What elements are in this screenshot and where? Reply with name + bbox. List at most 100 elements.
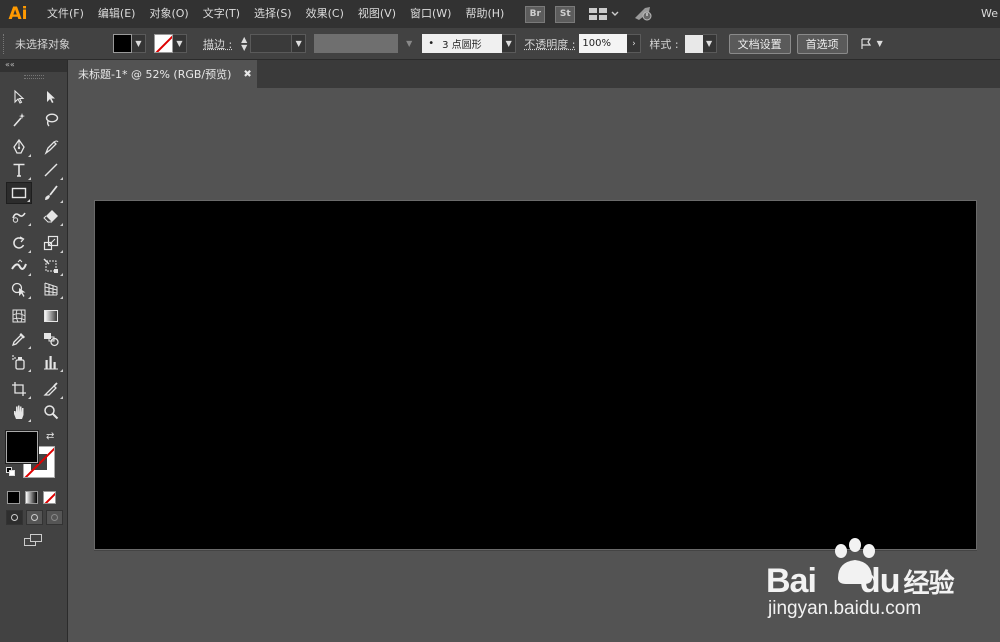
collapse-arrows-icon[interactable]: «« bbox=[5, 60, 15, 70]
draw-inside-button[interactable] bbox=[46, 510, 63, 525]
menu-file[interactable]: 文件(F) bbox=[40, 0, 91, 28]
chevron-down-icon: ▼ bbox=[876, 39, 883, 48]
screen-mode-button[interactable] bbox=[24, 534, 44, 548]
menu-view[interactable]: 视图(V) bbox=[351, 0, 403, 28]
document-tab[interactable]: 未标题-1* @ 52% (RGB/预览) ✖ bbox=[69, 60, 257, 88]
draw-inside-icon bbox=[51, 514, 58, 521]
eraser-tool[interactable] bbox=[38, 205, 64, 227]
column-graph-tool[interactable] bbox=[38, 351, 64, 373]
symbol-sprayer-icon bbox=[12, 355, 25, 370]
mesh-tool[interactable] bbox=[6, 305, 32, 327]
shaper-tool[interactable] bbox=[6, 205, 32, 227]
arrange-documents-button[interactable] bbox=[589, 8, 619, 20]
none-mode-button[interactable] bbox=[43, 491, 56, 504]
gpu-performance-button[interactable] bbox=[633, 5, 653, 24]
menu-select[interactable]: 选择(S) bbox=[247, 0, 299, 28]
chevron-down-icon: ▼ bbox=[241, 42, 248, 52]
lasso-tool[interactable] bbox=[38, 109, 64, 131]
opacity-field[interactable]: 100% bbox=[579, 34, 628, 53]
menu-object[interactable]: 对象(O) bbox=[142, 0, 195, 28]
selection-tool[interactable] bbox=[6, 86, 32, 108]
default-colors-icon[interactable] bbox=[6, 467, 15, 476]
preferences-button[interactable]: 首选项 bbox=[796, 33, 848, 54]
menu-help[interactable]: 帮助(H) bbox=[458, 0, 511, 28]
eyedropper-tool[interactable] bbox=[6, 328, 32, 350]
scale-tool[interactable] bbox=[38, 232, 64, 254]
chevron-down-icon: ▼ bbox=[406, 39, 413, 48]
artboard-tool[interactable] bbox=[6, 378, 32, 400]
stroke-dropdown-button[interactable]: ▼ bbox=[173, 34, 187, 53]
tools-panel-grip[interactable] bbox=[23, 75, 44, 79]
magic-wand-tool[interactable] bbox=[6, 109, 32, 131]
variable-width-dropdown[interactable]: ▼ bbox=[402, 34, 416, 53]
color-mode-button[interactable] bbox=[7, 491, 20, 504]
zoom-tool[interactable] bbox=[38, 401, 64, 423]
stroke-weight-label[interactable]: 描边 : bbox=[203, 36, 232, 52]
drawing-mode-buttons bbox=[6, 510, 67, 525]
stroke-color-swatch[interactable] bbox=[154, 34, 173, 53]
curvature-tool[interactable] bbox=[38, 136, 64, 158]
control-bar: 未选择对象 ▼ ▼ 描边 : ▲ ▼ ▼ ▼ • 3 点圆形 ▼ 不透明度 : 1… bbox=[0, 28, 1000, 60]
document-setup-button[interactable]: 文档设置 bbox=[728, 33, 791, 54]
symbol-sprayer-tool[interactable] bbox=[6, 351, 32, 373]
brush-definition-field[interactable]: • 3 点圆形 bbox=[422, 34, 503, 53]
paintbrush-tool[interactable] bbox=[38, 182, 64, 204]
workspace-switcher[interactable]: We bbox=[981, 0, 998, 28]
stroke-weight-dropdown[interactable]: ▼ bbox=[292, 34, 307, 53]
draw-normal-button[interactable] bbox=[6, 510, 23, 525]
gradient-icon bbox=[44, 310, 58, 322]
blend-tool[interactable] bbox=[38, 328, 64, 350]
brush-definition-dropdown[interactable]: ▼ bbox=[502, 34, 517, 53]
graphic-style-dropdown[interactable]: ▼ bbox=[702, 34, 717, 53]
direct-selection-tool[interactable] bbox=[38, 86, 64, 108]
swap-colors-icon[interactable]: ⇄ bbox=[46, 431, 54, 442]
close-icon[interactable]: ✖ bbox=[243, 69, 251, 80]
tools-panel: «« ⇄ bbox=[0, 60, 68, 642]
gradient-tool[interactable] bbox=[38, 305, 64, 327]
blend-icon bbox=[44, 333, 59, 347]
fill-color-swatch[interactable] bbox=[113, 34, 132, 53]
stroke-weight-field[interactable] bbox=[250, 34, 293, 53]
fill-color-box[interactable] bbox=[5, 430, 39, 464]
stroke-weight-stepper[interactable]: ▲ ▼ bbox=[238, 34, 250, 53]
control-bar-grip[interactable] bbox=[3, 33, 9, 54]
menu-type[interactable]: 文字(T) bbox=[196, 0, 247, 28]
perspective-grid-tool[interactable] bbox=[38, 278, 64, 300]
shape-builder-tool[interactable] bbox=[6, 278, 32, 300]
slice-knife-icon bbox=[43, 382, 58, 396]
width-tool[interactable] bbox=[6, 255, 32, 277]
artboard-black-rectangle[interactable] bbox=[94, 200, 977, 550]
tools-panel-header[interactable]: «« bbox=[0, 60, 67, 72]
opacity-slider-button[interactable]: › bbox=[627, 34, 642, 53]
menu-window[interactable]: 窗口(W) bbox=[403, 0, 458, 28]
line-segment-tool[interactable] bbox=[38, 159, 64, 181]
type-t-icon bbox=[13, 163, 25, 177]
variable-width-profile[interactable] bbox=[314, 34, 399, 53]
draw-behind-button[interactable] bbox=[26, 510, 43, 525]
line-segment-icon bbox=[44, 163, 58, 177]
arrange-documents-icon bbox=[589, 8, 608, 20]
panel-menu-button[interactable]: ▼ bbox=[860, 37, 883, 50]
pen-tool[interactable] bbox=[6, 136, 32, 158]
magnifier-icon bbox=[44, 405, 59, 420]
fill-dropdown-button[interactable]: ▼ bbox=[132, 34, 146, 53]
rectangle-tool[interactable] bbox=[6, 182, 32, 204]
graphic-style-swatch[interactable] bbox=[684, 34, 703, 53]
hand-tool[interactable] bbox=[6, 401, 32, 423]
document-tab-title: 未标题-1* @ 52% (RGB/预览) bbox=[78, 68, 232, 81]
stock-button[interactable]: St bbox=[555, 5, 576, 23]
scale-icon bbox=[43, 235, 59, 251]
chevron-down-icon: ▼ bbox=[176, 39, 183, 48]
free-transform-tool[interactable] bbox=[38, 255, 64, 277]
rotate-tool[interactable] bbox=[6, 232, 32, 254]
eyedropper-icon bbox=[11, 333, 25, 347]
slice-tool[interactable] bbox=[38, 378, 64, 400]
menu-effect[interactable]: 效果(C) bbox=[299, 0, 351, 28]
flag-icon bbox=[861, 37, 871, 49]
bridge-button[interactable]: Br bbox=[525, 5, 546, 23]
selection-status: 未选择对象 bbox=[15, 37, 70, 51]
type-tool[interactable] bbox=[6, 159, 32, 181]
gradient-mode-button[interactable] bbox=[25, 491, 38, 504]
menu-edit[interactable]: 编辑(E) bbox=[91, 0, 143, 28]
opacity-label[interactable]: 不透明度 : bbox=[524, 36, 575, 52]
